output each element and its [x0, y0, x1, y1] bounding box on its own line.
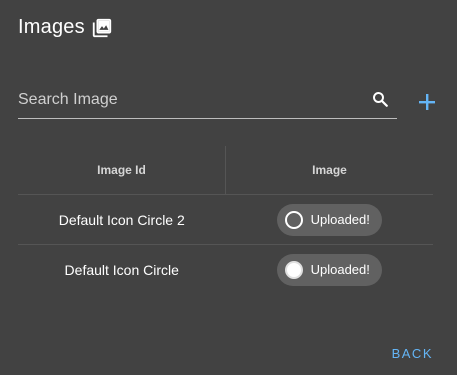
- dialog-title: Images: [18, 16, 85, 38]
- plus-icon: [419, 94, 435, 110]
- table-row[interactable]: Default Icon Circle 2 Uploaded!: [18, 195, 433, 245]
- search-field: [18, 86, 397, 119]
- column-header-image[interactable]: Image: [226, 146, 433, 194]
- column-header-image-id[interactable]: Image Id: [18, 146, 226, 194]
- search-input[interactable]: [18, 86, 358, 114]
- table-row[interactable]: Default Icon Circle Uploaded!: [18, 245, 433, 294]
- upload-status-chip[interactable]: Uploaded!: [276, 203, 382, 236]
- upload-status-label: Uploaded!: [310, 262, 370, 277]
- search-icon[interactable]: [371, 90, 389, 108]
- photo-library-icon: [91, 17, 113, 39]
- hollow-circle-icon: [284, 210, 303, 229]
- filled-circle-icon: [284, 260, 303, 279]
- upload-status-label: Uploaded!: [310, 212, 370, 227]
- image-id-cell: Default Icon Circle 2: [58, 211, 185, 228]
- back-button[interactable]: BACK: [392, 346, 433, 361]
- images-table: Image Id Image Default Icon Circle 2 Upl…: [18, 146, 433, 294]
- images-dialog: Images Image Id Image D: [0, 0, 457, 375]
- dialog-header: Images: [18, 16, 113, 39]
- image-cell: Uploaded!: [226, 195, 434, 244]
- image-id-cell: Default Icon Circle: [64, 261, 179, 278]
- add-image-button[interactable]: [415, 90, 439, 114]
- upload-status-chip[interactable]: Uploaded!: [276, 253, 382, 286]
- table-header: Image Id Image: [18, 146, 433, 195]
- image-cell: Uploaded!: [226, 245, 434, 294]
